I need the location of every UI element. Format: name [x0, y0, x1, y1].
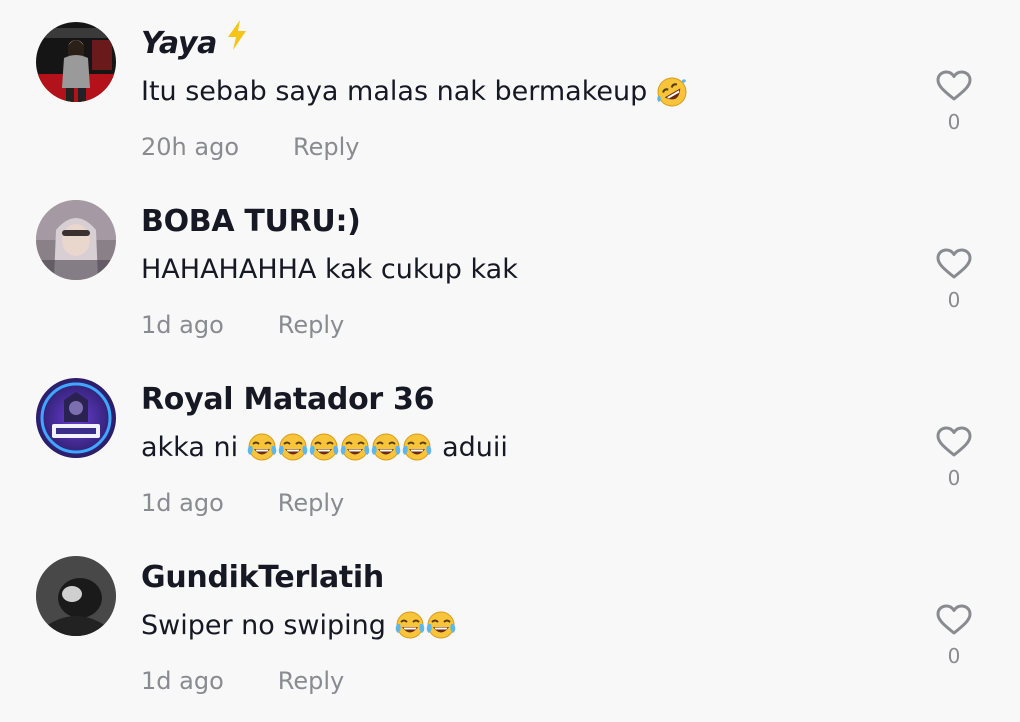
tears-of-joy-emoji-icon: [246, 432, 278, 464]
like-count: 0: [947, 110, 961, 134]
username[interactable]: BOBA TURU:): [141, 200, 361, 244]
heart-icon[interactable]: [930, 604, 978, 636]
comment-text: akka ni aduii: [141, 428, 508, 468]
emoji-group: [656, 76, 688, 108]
avatar[interactable]: [36, 200, 116, 280]
tears-of-joy-emoji-icon: [277, 432, 309, 464]
reply-button[interactable]: Reply: [278, 489, 344, 517]
timestamp: 1d ago: [141, 311, 224, 339]
like-button[interactable]: 0: [930, 70, 978, 154]
heart-icon[interactable]: [930, 248, 978, 280]
comment-item: Royal Matador 36 akka ni aduii 1d ago Rep…: [0, 356, 1020, 534]
comment-text: Swiper no swiping: [141, 606, 466, 646]
tears-of-joy-emoji-icon: [401, 432, 433, 464]
like-button[interactable]: 0: [930, 248, 978, 332]
comment-meta: 1d ago Reply: [141, 486, 344, 520]
comment-item: Yaya Itu sebab saya malas nak bermakeup: [0, 0, 1020, 178]
comment-item: GundikTerlatih Swiper no swiping 1d ago R…: [0, 534, 1020, 712]
like-button[interactable]: 0: [930, 604, 978, 688]
tears-of-joy-emoji-icon: [425, 610, 457, 642]
reply-button[interactable]: Reply: [278, 667, 344, 695]
username[interactable]: Yaya: [141, 19, 249, 66]
username[interactable]: Royal Matador 36: [141, 378, 435, 422]
comment-text: HAHAHAHHA kak cukup kak: [141, 250, 518, 290]
like-count: 0: [947, 466, 961, 490]
reply-button[interactable]: Reply: [278, 311, 344, 339]
emoji-group: [247, 432, 433, 464]
tears-of-joy-emoji-icon: [370, 432, 402, 464]
reply-button[interactable]: Reply: [293, 133, 359, 161]
rolling-on-floor-laughing-emoji-icon: [656, 76, 688, 108]
like-count: 0: [947, 644, 961, 668]
heart-icon[interactable]: [930, 70, 978, 102]
avatar[interactable]: [36, 378, 116, 458]
timestamp: 20h ago: [141, 133, 240, 161]
comment-text-suffix: aduii: [442, 432, 508, 463]
heart-icon[interactable]: [930, 426, 978, 458]
comment-text-content: akka ni: [141, 432, 239, 463]
lightning-bolt-icon: [225, 19, 249, 64]
like-button[interactable]: 0: [930, 426, 978, 510]
timestamp: 1d ago: [141, 667, 224, 695]
comment-meta: 1d ago Reply: [141, 664, 344, 698]
timestamp: 1d ago: [141, 489, 224, 517]
comment-meta: 20h ago Reply: [141, 130, 359, 164]
comment-item: BOBA TURU:) HAHAHAHHA kak cukup kak 1d a…: [0, 178, 1020, 356]
comment-text-content: Swiper no swiping: [141, 610, 386, 641]
tears-of-joy-emoji-icon: [339, 432, 371, 464]
tears-of-joy-emoji-icon: [308, 432, 340, 464]
comment-text: Itu sebab saya malas nak bermakeup: [141, 72, 697, 112]
comment-text-content: Itu sebab saya malas nak bermakeup: [141, 76, 648, 107]
comment-text-content: HAHAHAHHA kak cukup kak: [141, 254, 518, 285]
username[interactable]: GundikTerlatih: [141, 556, 384, 600]
avatar[interactable]: [36, 22, 116, 102]
avatar[interactable]: [36, 556, 116, 636]
comment-meta: 1d ago Reply: [141, 308, 344, 342]
username-text: Yaya: [141, 26, 218, 61]
emoji-group: [395, 610, 457, 642]
tears-of-joy-emoji-icon: [394, 610, 426, 642]
comment-list: Yaya Itu sebab saya malas nak bermakeup: [0, 0, 1020, 722]
like-count: 0: [947, 288, 961, 312]
